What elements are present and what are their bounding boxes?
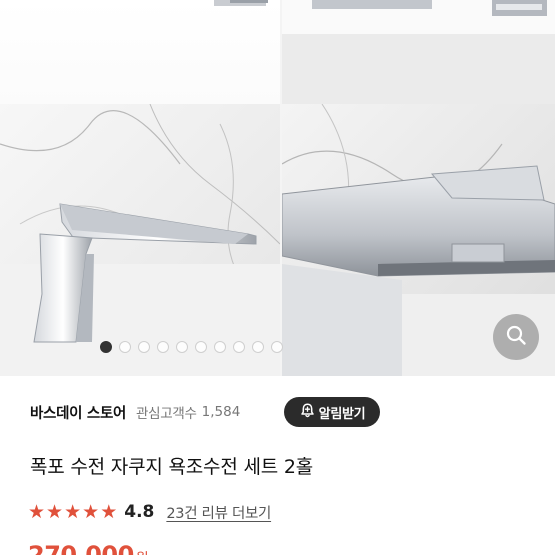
alarm-subscribe-button[interactable]: 알림받기	[284, 397, 380, 427]
star-icon: ★	[28, 500, 46, 523]
product-price: 270,000원	[28, 541, 149, 555]
product-image-faucet-side	[0, 104, 280, 376]
star-icon: ★	[46, 500, 64, 523]
rating-stars: ★ ★ ★ ★ ★	[28, 500, 118, 523]
pager-dot-10[interactable]	[271, 341, 283, 353]
pager-dot-7[interactable]	[214, 341, 226, 353]
seller-info: 바스데이 스토어 관심고객수 1,584	[30, 397, 240, 427]
pager-dot-2[interactable]	[119, 341, 131, 353]
pager-dot-9[interactable]	[252, 341, 264, 353]
product-title: 폭포 수전 자쿠지 욕조수전 세트 2홀	[30, 456, 314, 478]
product-image-gallery[interactable]	[0, 0, 555, 376]
search-icon	[505, 324, 527, 350]
seller-fav-count: 1,584	[201, 404, 241, 420]
pager-dot-4[interactable]	[157, 341, 169, 353]
product-image-top-left	[0, 0, 280, 104]
alarm-subscribe-label: 알림받기	[318, 406, 366, 422]
star-icon: ★	[64, 500, 82, 523]
pager-dot-1[interactable]	[100, 341, 112, 353]
product-image-top-right	[282, 0, 555, 104]
zoom-button[interactable]	[493, 314, 539, 360]
pager-dot-3[interactable]	[138, 341, 150, 353]
gallery-pager	[0, 341, 469, 359]
star-icon: ★	[82, 500, 100, 523]
price-unit: 원	[136, 551, 149, 555]
seller-name[interactable]: 바스데이 스토어	[30, 402, 126, 423]
review-more-link[interactable]: 23건 리뷰 더보기	[166, 502, 271, 523]
pager-dot-8[interactable]	[233, 341, 245, 353]
star-icon: ★	[100, 500, 118, 523]
price-value: 270,000	[28, 541, 134, 555]
pager-dot-6[interactable]	[195, 341, 207, 353]
rating-value: 4.8	[124, 502, 155, 522]
product-rating: ★ ★ ★ ★ ★ 4.8 23건 리뷰 더보기	[28, 500, 271, 524]
pager-dot-5[interactable]	[176, 341, 188, 353]
bell-plus-icon	[299, 402, 316, 423]
seller-fav-label: 관심고객수	[136, 406, 197, 422]
